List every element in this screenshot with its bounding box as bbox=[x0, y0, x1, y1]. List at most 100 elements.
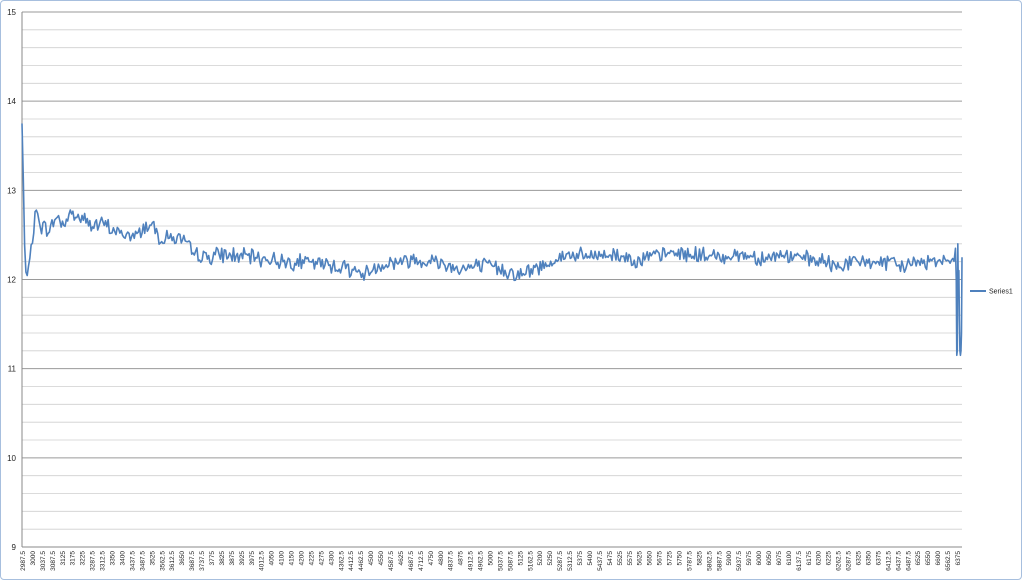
x-tick-label: 3775 bbox=[209, 551, 216, 566]
x-tick-label: 3437.5 bbox=[129, 551, 136, 571]
x-tick-label: 5750 bbox=[676, 551, 683, 566]
x-tick-label: 3825 bbox=[219, 551, 226, 566]
y-axis-tick-labels: 9 10 11 12 13 14 15 bbox=[7, 8, 16, 552]
x-tick-label: 5625 bbox=[637, 551, 644, 566]
y-tick-label: 11 bbox=[8, 365, 17, 374]
x-tick-label: 3175 bbox=[70, 551, 77, 566]
x-tick-label: 3312.5 bbox=[100, 551, 107, 571]
x-tick-label: 5375 bbox=[577, 551, 584, 566]
x-tick-label: 4150 bbox=[289, 551, 296, 566]
x-tick-label: 6050 bbox=[766, 551, 773, 566]
x-tick-label: 5000 bbox=[488, 551, 495, 566]
x-tick-label: 3350 bbox=[110, 551, 117, 566]
y-tick-label: 14 bbox=[7, 97, 16, 106]
x-tick-label: 4550 bbox=[378, 551, 385, 566]
x-tick-label: 3562.5 bbox=[159, 551, 166, 571]
x-tick-label: 5862.5 bbox=[706, 551, 713, 571]
y-tick-label: 9 bbox=[12, 543, 17, 552]
series-line-series1 bbox=[21, 123, 963, 357]
x-tick-label: 5650 bbox=[647, 551, 654, 566]
major-gridlines bbox=[22, 11, 962, 548]
x-tick-label: 4300 bbox=[328, 551, 335, 566]
x-tick-label: 6437.5 bbox=[895, 551, 902, 571]
x-tick-label: 6562.5 bbox=[945, 551, 952, 571]
x-tick-label: 3650 bbox=[179, 551, 186, 566]
x-tick-label: 3287.5 bbox=[90, 551, 97, 571]
x-tick-label: 6525 bbox=[915, 551, 922, 566]
x-tick-label: 4100 bbox=[279, 551, 286, 566]
x-tick-label: 4687.5 bbox=[408, 551, 415, 571]
x-tick-label: 3975 bbox=[249, 551, 256, 566]
line-chart: 9 10 11 12 13 14 15 2987.5 3000 3037.5 3087.5 3125… bbox=[7, 8, 1013, 571]
x-tick-label: 5400 bbox=[587, 551, 594, 566]
x-tick-label: 4587.5 bbox=[388, 551, 395, 571]
x-tick-label: 4462.5 bbox=[358, 551, 365, 571]
x-tick-label: 3612.5 bbox=[169, 551, 176, 571]
x-tick-label: 4875 bbox=[458, 551, 465, 566]
x-tick-label: 5887.5 bbox=[716, 551, 723, 571]
x-tick-label: 6412.5 bbox=[885, 551, 892, 571]
x-tick-label: 5087.5 bbox=[507, 551, 514, 571]
x-tick-label: 3737.5 bbox=[199, 551, 206, 571]
x-tick-label: 5162.5 bbox=[527, 551, 534, 571]
x-tick-label: 6375 bbox=[955, 551, 962, 566]
x-tick-label: 4200 bbox=[299, 551, 306, 566]
x-tick-label: 5200 bbox=[537, 551, 544, 566]
x-tick-label: 5525 bbox=[617, 551, 624, 566]
legend-label-series1: Series1 bbox=[989, 289, 1013, 296]
x-tick-label: 5575 bbox=[627, 551, 634, 566]
x-tick-label: 3225 bbox=[80, 551, 87, 566]
x-tick-label: 5975 bbox=[746, 551, 753, 566]
x-tick-label: 6100 bbox=[786, 551, 793, 566]
y-tick-label: 13 bbox=[7, 186, 16, 195]
x-tick-label: 4500 bbox=[368, 551, 375, 566]
x-tick-label: 3925 bbox=[239, 551, 246, 566]
x-tick-label: 5725 bbox=[667, 551, 674, 566]
x-tick-label: 4362.5 bbox=[338, 551, 345, 571]
x-tick-label: 3087.5 bbox=[50, 551, 57, 571]
x-tick-label: 5937.5 bbox=[736, 551, 743, 571]
x-tick-label: 6487.5 bbox=[905, 551, 912, 571]
x-tick-label: 6137.5 bbox=[796, 551, 803, 571]
x-tick-label: 5787.5 bbox=[686, 551, 693, 571]
x-tick-label: 6550 bbox=[925, 551, 932, 566]
x-tick-label: 5900 bbox=[726, 551, 733, 566]
x-tick-label: 6325 bbox=[856, 551, 863, 566]
x-tick-label: 5287.5 bbox=[557, 551, 564, 571]
x-tick-label: 4050 bbox=[269, 551, 276, 566]
x-tick-label: 6350 bbox=[865, 551, 872, 566]
x-tick-label: 5037.5 bbox=[497, 551, 504, 571]
x-tick-label: 4012.5 bbox=[259, 551, 266, 571]
legend: Series1 bbox=[970, 289, 1013, 296]
x-tick-label: 4837.5 bbox=[448, 551, 455, 571]
x-tick-label: 5475 bbox=[607, 551, 614, 566]
x-tick-label: 4912.5 bbox=[468, 551, 475, 571]
x-tick-label: 6225 bbox=[826, 551, 833, 566]
x-tick-label: 4275 bbox=[318, 551, 325, 566]
x-tick-label: 2987.5 bbox=[20, 551, 27, 571]
x-tick-label: 4712.5 bbox=[418, 551, 425, 571]
x-tick-label: 4962.5 bbox=[478, 551, 485, 571]
x-tick-label: 5825 bbox=[696, 551, 703, 566]
x-tick-label: 3125 bbox=[60, 551, 67, 566]
x-tick-label: 6262.5 bbox=[836, 551, 843, 571]
y-tick-label: 10 bbox=[7, 454, 16, 463]
x-tick-label: 4800 bbox=[438, 551, 445, 566]
x-tick-label: 5250 bbox=[547, 551, 554, 566]
x-tick-label: 5125 bbox=[517, 551, 524, 566]
x-tick-label: 6075 bbox=[776, 551, 783, 566]
x-tick-label: 3525 bbox=[149, 551, 156, 566]
x-tick-label: 4750 bbox=[428, 551, 435, 566]
x-tick-label: 6600 bbox=[935, 551, 942, 566]
x-tick-label: 3000 bbox=[30, 551, 37, 566]
x-tick-label: 5437.5 bbox=[597, 551, 604, 571]
x-tick-label: 3400 bbox=[119, 551, 126, 566]
x-tick-label: 3875 bbox=[229, 551, 236, 566]
x-tick-label: 4625 bbox=[398, 551, 405, 566]
x-axis-tick-labels: 2987.5 3000 3037.5 3087.5 3125 3175 3225 3287.5… bbox=[20, 551, 962, 571]
x-tick-label: 3037.5 bbox=[40, 551, 47, 571]
x-tick-label: 5675 bbox=[657, 551, 664, 566]
x-tick-label: 4225 bbox=[308, 551, 315, 566]
x-tick-label: 6200 bbox=[816, 551, 823, 566]
x-tick-label: 3687.5 bbox=[189, 551, 196, 571]
